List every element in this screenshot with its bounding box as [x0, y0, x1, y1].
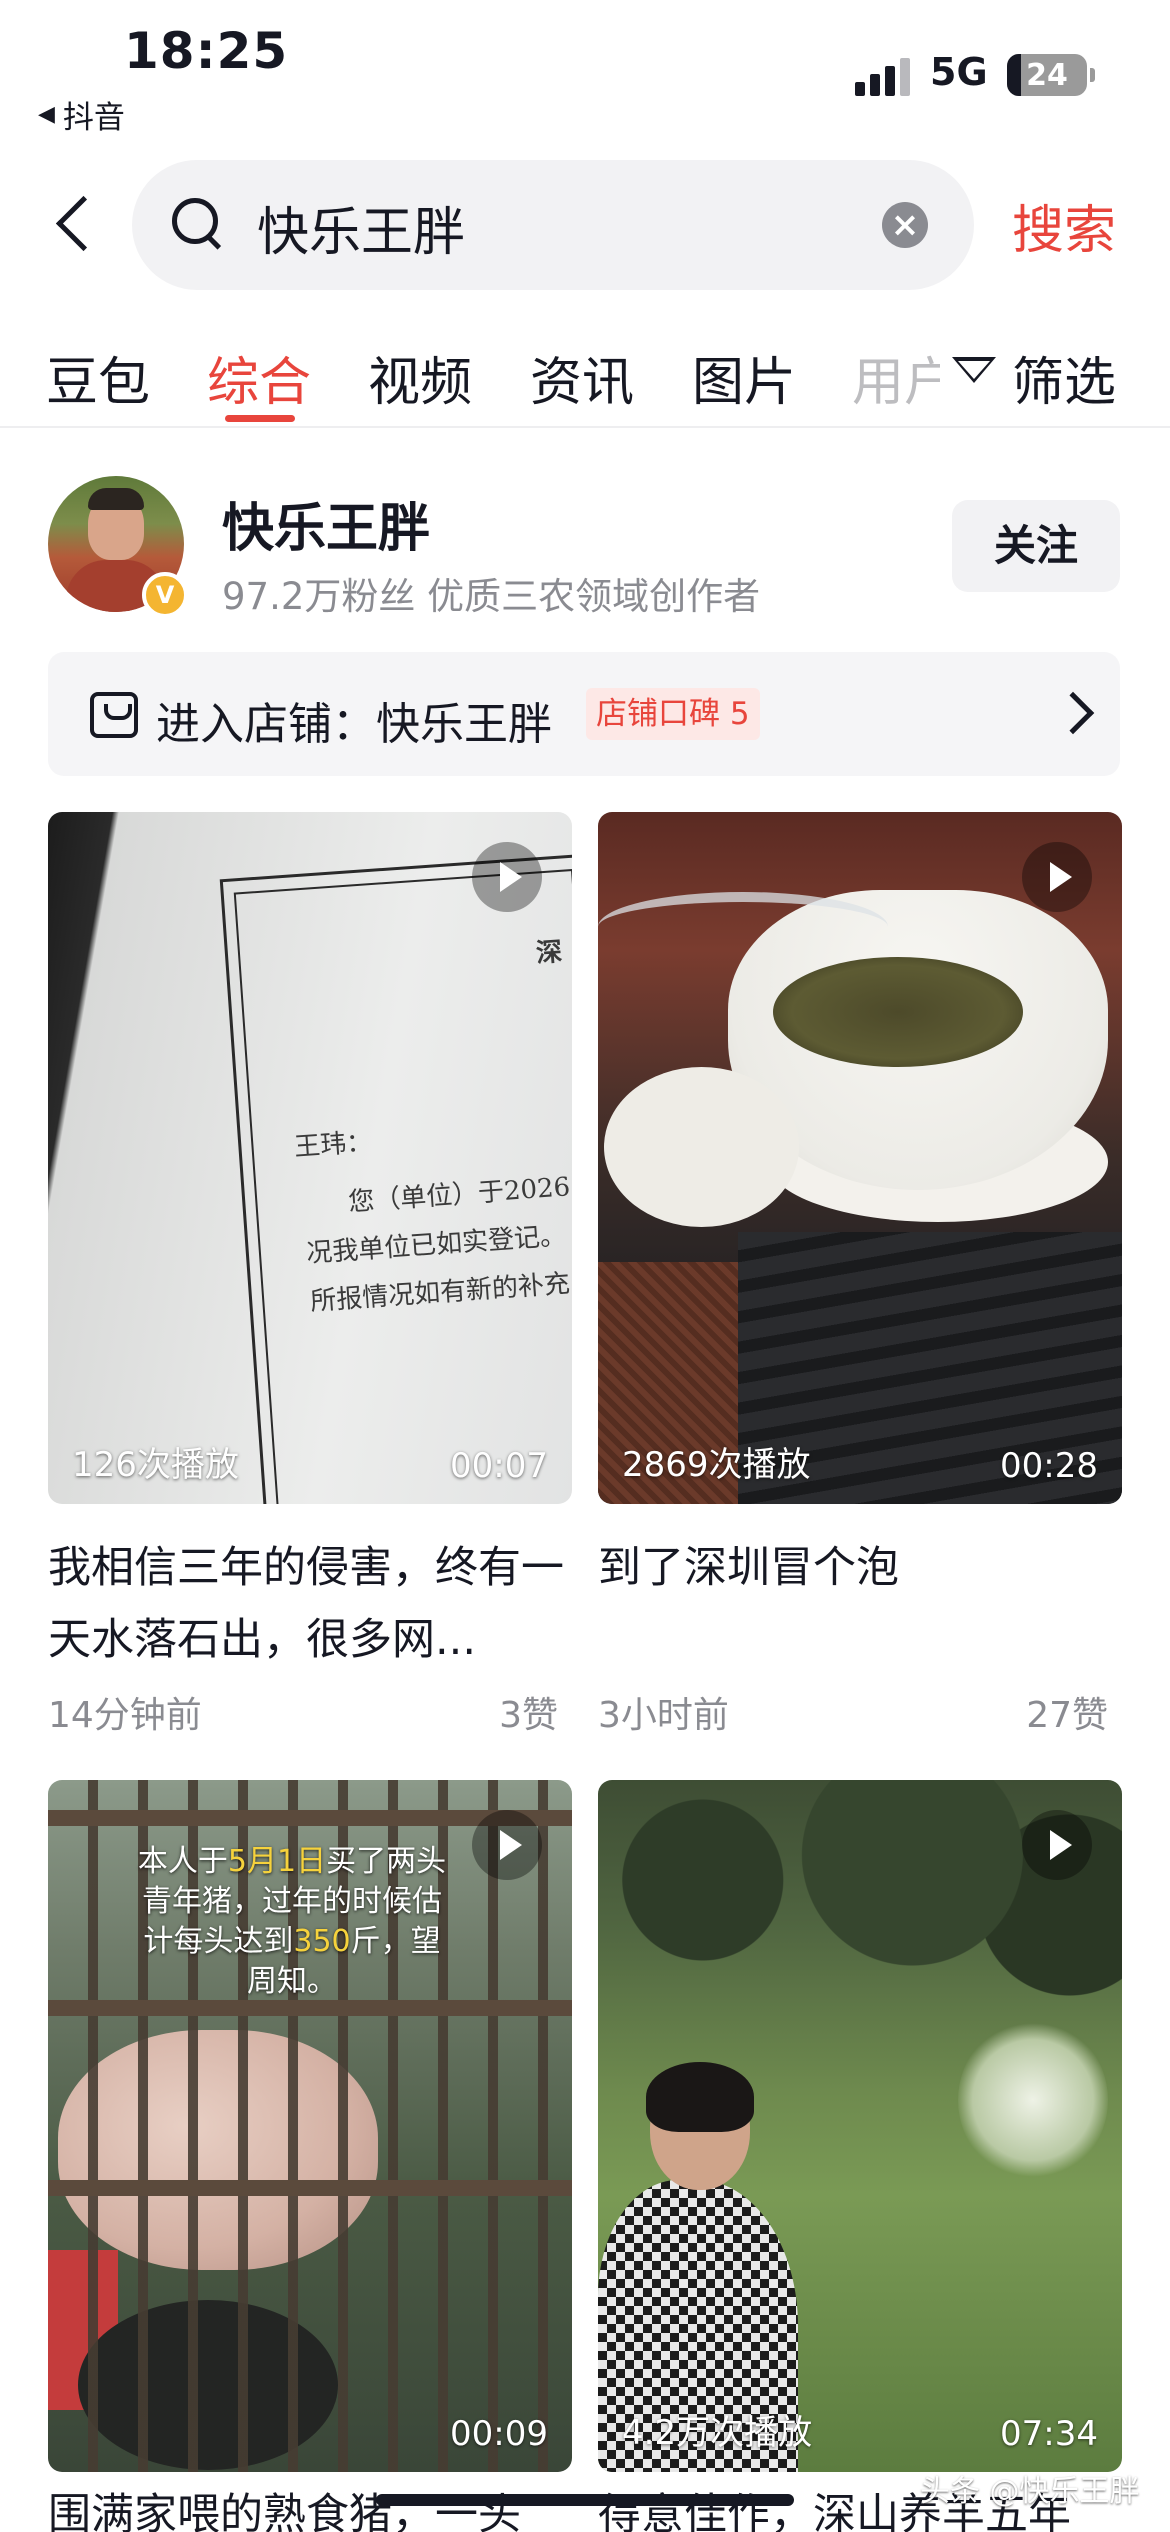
- video-title[interactable]: 我相信三年的侵害，终有一天水落石出，很多网...: [48, 1532, 572, 1676]
- video-title[interactable]: 到了深圳冒个泡: [598, 1532, 1122, 1676]
- tab-general[interactable]: 综合: [207, 340, 311, 415]
- tab-video[interactable]: 视频: [368, 340, 472, 415]
- view-count: 4.2万次播放: [622, 2413, 813, 2453]
- search-query[interactable]: 快乐王胖: [257, 190, 465, 265]
- video-thumbnail[interactable]: 深 王玮： 您（单位）于2026 况我单位已如实登记。 所报情况如有新的补充 1…: [48, 812, 572, 1504]
- shop-rating-badge: 店铺口碑 5: [586, 688, 760, 740]
- battery-icon: 24: [1007, 54, 1095, 96]
- video-card[interactable]: 深 王玮： 您（单位）于2026 况我单位已如实登记。 所报情况如有新的补充 1…: [48, 812, 572, 1738]
- video-duration: 00:07: [450, 1446, 548, 1486]
- watermark: 头条 @快乐王胖: [920, 2474, 1140, 2509]
- verified-badge-icon: V: [142, 572, 188, 618]
- status-bar: 18:25 ◀ 抖音 5G 24: [0, 0, 1170, 150]
- battery-level: 24: [1026, 57, 1068, 93]
- like-count: 3赞: [499, 1695, 558, 1736]
- play-icon: [1022, 1810, 1092, 1880]
- view-count: 126次播放: [72, 1445, 239, 1485]
- search-input[interactable]: 快乐王胖 ×: [132, 160, 974, 290]
- video-thumbnail[interactable]: 4.2万次播放 07:34: [598, 1780, 1122, 2472]
- play-icon: [472, 842, 542, 912]
- tab-divider: [0, 426, 1170, 428]
- video-meta: 3小时前 27赞: [598, 1686, 1122, 1738]
- back-triangle-icon: ◀: [38, 102, 55, 127]
- filter-label: 筛选: [1012, 353, 1117, 413]
- signal-icon: [855, 58, 913, 96]
- search-button[interactable]: 搜索: [1012, 188, 1116, 263]
- filter-icon: [948, 353, 1006, 403]
- tab-images[interactable]: 图片: [692, 340, 796, 415]
- search-icon: [172, 198, 226, 252]
- like-count: 27赞: [1026, 1695, 1108, 1736]
- tab-news[interactable]: 资讯: [530, 340, 634, 415]
- thumb-overlay-text: 本人于5月1日买了两头青年猪，过年的时候估计每头达到350斤，望周知。: [137, 1844, 447, 1999]
- video-duration: 07:34: [1000, 2414, 1098, 2454]
- home-indicator[interactable]: [376, 2494, 794, 2506]
- video-thumbnail[interactable]: 本人于5月1日买了两头青年猪，过年的时候估计每头达到350斤，望周知。 00:0…: [48, 1780, 572, 2472]
- thumb-doc-line: 王玮：: [293, 1127, 374, 1163]
- profile-subtitle: 97.2万粉丝 优质三农领域创作者: [222, 575, 761, 618]
- back-to-app[interactable]: ◀ 抖音: [38, 92, 125, 137]
- posted-time: 14分钟前: [48, 1695, 202, 1736]
- thumb-doc-line: 深: [535, 937, 564, 969]
- status-time: 18:25: [124, 22, 289, 80]
- filter-button[interactable]: 筛选: [940, 340, 1117, 415]
- tab-doubao[interactable]: 豆包: [46, 340, 150, 415]
- network-label: 5G: [930, 50, 988, 94]
- play-icon: [472, 1810, 542, 1880]
- tab-bar: 豆包 综合 视频 资讯 图片 用户 筛选: [0, 330, 1170, 430]
- posted-time: 3小时前: [598, 1695, 729, 1736]
- clear-icon[interactable]: ×: [882, 202, 928, 248]
- back-app-label: 抖音: [62, 100, 125, 136]
- video-card[interactable]: 2869次播放 00:28 到了深圳冒个泡 3小时前 27赞: [598, 812, 1122, 1738]
- shop-entry[interactable]: 进入店铺：快乐王胖 店铺口碑 5: [48, 652, 1120, 776]
- video-duration: 00:09: [450, 2414, 548, 2454]
- play-icon: [1022, 842, 1092, 912]
- chevron-right-icon: [1051, 691, 1095, 735]
- back-chevron-icon[interactable]: [46, 190, 106, 260]
- video-thumbnail[interactable]: 2869次播放 00:28: [598, 812, 1122, 1504]
- shop-label: 进入店铺：快乐王胖: [156, 699, 552, 750]
- shopping-bag-icon: [90, 692, 138, 738]
- profile-name[interactable]: 快乐王胖: [222, 486, 430, 561]
- video-meta: 14分钟前 3赞: [48, 1686, 572, 1738]
- view-count: 2869次播放: [622, 1445, 811, 1485]
- active-tab-indicator: [225, 415, 295, 422]
- follow-button[interactable]: 关注: [952, 500, 1120, 592]
- video-card[interactable]: 4.2万次播放 07:34: [598, 1780, 1122, 2472]
- video-card[interactable]: 本人于5月1日买了两头青年猪，过年的时候估计每头达到350斤，望周知。 00:0…: [48, 1780, 572, 2472]
- video-duration: 00:28: [1000, 1446, 1098, 1486]
- video-title[interactable]: 围满家喂的熟食猪，一头: [48, 2480, 572, 2532]
